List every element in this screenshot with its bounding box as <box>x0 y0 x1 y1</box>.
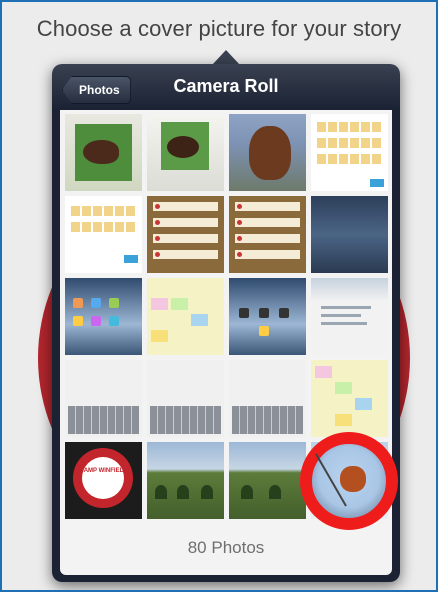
photo-thumbnail-landscape[interactable] <box>147 442 224 519</box>
page-heading: Choose a cover picture for your story <box>36 16 402 41</box>
photo-thumbnail-picture-cards[interactable] <box>311 114 388 191</box>
photo-thumbnail-keyboard[interactable] <box>65 360 142 437</box>
popover-arrow <box>212 50 240 65</box>
photo-thumbnail-ipad-home[interactable] <box>65 278 142 355</box>
screenshot-frame: Choose a cover picture for your story Ph… <box>0 0 438 592</box>
navigation-bar: Photos Camera Roll <box>52 64 400 110</box>
photo-thumbnail-keyboard-2[interactable] <box>147 360 224 437</box>
highlight-circle-selected-photo <box>300 432 398 530</box>
photo-thumbnail-dog-card[interactable] <box>147 114 224 191</box>
photo-thumbnail-list-screen[interactable] <box>147 196 224 273</box>
photo-thumbnail-landscape-2[interactable] <box>229 442 306 519</box>
photo-thumbnail-keyboard-3[interactable] <box>229 360 306 437</box>
photo-thumbnail-list-screen-2[interactable] <box>229 196 306 273</box>
photo-thumbnail-water[interactable] <box>311 196 388 273</box>
photo-thumbnail-communication-board[interactable] <box>147 278 224 355</box>
photo-thumbnail-communication-board-2[interactable] <box>311 360 388 437</box>
photo-thumbnail-settings-dialog[interactable] <box>311 278 388 355</box>
camp-logo-text: CAMP WINFIELD <box>79 468 128 474</box>
photo-thumbnail-picture-cards-2[interactable] <box>65 196 142 273</box>
photo-thumbnail-dog-grass[interactable] <box>65 114 142 191</box>
photo-thumbnail-dog-closeup[interactable] <box>229 114 306 191</box>
photo-thumbnail-ipad-home-2[interactable] <box>229 278 306 355</box>
nav-title: Camera Roll <box>173 76 279 96</box>
photo-thumbnail-camp-logo[interactable]: CAMP WINFIELD <box>65 442 142 519</box>
